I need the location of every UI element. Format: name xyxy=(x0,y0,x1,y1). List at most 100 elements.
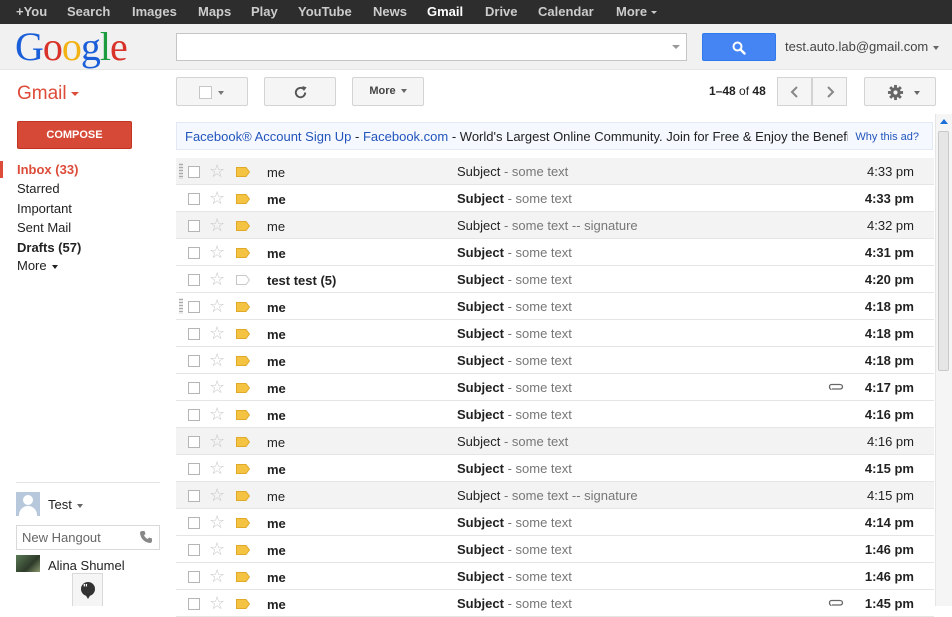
star-icon[interactable]: ☆ xyxy=(209,161,225,181)
contact-name[interactable]: Alina Shumel xyxy=(48,558,125,573)
star-icon[interactable]: ☆ xyxy=(209,377,225,397)
row-checkbox[interactable] xyxy=(188,247,200,259)
importance-marker-icon[interactable] xyxy=(236,167,250,177)
row-checkbox[interactable] xyxy=(188,274,200,286)
star-icon[interactable]: ☆ xyxy=(209,512,225,532)
table-row[interactable]: ☆ me Subject - some text 1:45 pm xyxy=(176,590,934,617)
user-status-menu[interactable]: Test xyxy=(48,497,83,512)
select-checkbox-button[interactable] xyxy=(176,77,248,106)
table-row[interactable]: ☆ me Subject - some text 4:18 pm xyxy=(176,320,934,347)
row-checkbox[interactable] xyxy=(188,571,200,583)
star-icon[interactable]: ☆ xyxy=(209,431,225,451)
topbar-link-search[interactable]: Search xyxy=(67,4,110,19)
importance-marker-icon[interactable] xyxy=(236,383,250,393)
star-icon[interactable]: ☆ xyxy=(209,458,225,478)
topbar-more-menu[interactable]: More xyxy=(616,4,658,19)
topbar-link-drive[interactable]: Drive xyxy=(485,4,518,19)
row-checkbox[interactable] xyxy=(188,166,200,178)
search-input[interactable] xyxy=(176,33,687,61)
compose-button[interactable]: COMPOSE xyxy=(17,121,132,149)
table-row[interactable]: ☆ me Subject - some text 4:18 pm xyxy=(176,347,934,374)
topbar-link-you[interactable]: +You xyxy=(16,4,47,19)
sidebar-item-starred[interactable]: Starred xyxy=(17,181,60,196)
importance-marker-icon[interactable] xyxy=(236,329,250,339)
star-icon[interactable]: ☆ xyxy=(209,269,225,289)
google-logo[interactable]: Google xyxy=(15,27,128,67)
importance-marker-icon[interactable] xyxy=(236,491,250,501)
topbar-link-calendar[interactable]: Calendar xyxy=(538,4,594,19)
row-checkbox[interactable] xyxy=(188,301,200,313)
sidebar-item-inbox[interactable]: Inbox (33) xyxy=(17,162,78,177)
table-row[interactable]: ☆ me Subject - some text 4:14 pm xyxy=(176,509,934,536)
search-options-dropdown-icon[interactable] xyxy=(672,45,680,49)
row-checkbox[interactable] xyxy=(188,382,200,394)
select-all-checkbox[interactable] xyxy=(199,86,212,99)
row-checkbox[interactable] xyxy=(188,463,200,475)
newer-button[interactable] xyxy=(777,77,812,106)
importance-marker-icon[interactable] xyxy=(236,545,250,555)
table-row[interactable]: ☆ me Subject - some text 4:17 pm xyxy=(176,374,934,401)
row-checkbox[interactable] xyxy=(188,328,200,340)
account-menu[interactable]: test.auto.lab@gmail.com xyxy=(785,39,940,54)
table-row[interactable]: ☆ me Subject - some text 1:46 pm xyxy=(176,536,934,563)
table-row[interactable]: ☆ me Subject - some text 4:15 pm xyxy=(176,455,934,482)
importance-marker-icon[interactable] xyxy=(236,275,250,285)
importance-marker-icon[interactable] xyxy=(236,572,250,582)
drag-handle-icon[interactable] xyxy=(179,163,183,179)
drag-handle-icon[interactable] xyxy=(179,298,183,314)
sidebar-item-sent-mail[interactable]: Sent Mail xyxy=(17,220,71,235)
topbar-link-images[interactable]: Images xyxy=(132,4,177,19)
importance-marker-icon[interactable] xyxy=(236,194,250,204)
star-icon[interactable]: ☆ xyxy=(209,350,225,370)
importance-marker-icon[interactable] xyxy=(236,302,250,312)
importance-marker-icon[interactable] xyxy=(236,221,250,231)
importance-marker-icon[interactable] xyxy=(236,248,250,258)
table-row[interactable]: ☆ me Subject - some text 4:18 pm xyxy=(176,293,934,320)
search-button[interactable] xyxy=(702,33,776,61)
why-this-ad-link[interactable]: Why this ad? xyxy=(855,131,919,143)
importance-marker-icon[interactable] xyxy=(236,356,250,366)
settings-button[interactable] xyxy=(864,77,936,106)
scroll-up-arrow-icon[interactable] xyxy=(940,119,948,124)
star-icon[interactable]: ☆ xyxy=(209,215,225,235)
table-row[interactable]: ☆ me Subject - some text 4:33 pm xyxy=(176,158,934,185)
new-hangout-input[interactable]: New Hangout xyxy=(16,525,160,550)
row-checkbox[interactable] xyxy=(188,598,200,610)
table-row[interactable]: ☆ me Subject - some text -- signature 4:32 … xyxy=(176,212,934,239)
sidebar-item-drafts[interactable]: Drafts (57) xyxy=(17,240,81,255)
row-checkbox[interactable] xyxy=(188,436,200,448)
star-icon[interactable]: ☆ xyxy=(209,242,225,262)
table-row[interactable]: ☆ me Subject - some text -- signature 4:15 … xyxy=(176,482,934,509)
hangouts-button[interactable]: " xyxy=(72,573,103,606)
topbar-link-youtube[interactable]: YouTube xyxy=(298,4,352,19)
table-row[interactable]: ☆ me Subject - some text 4:31 pm xyxy=(176,239,934,266)
scrollbar-thumb[interactable] xyxy=(938,131,949,371)
topbar-link-maps[interactable]: Maps xyxy=(198,4,231,19)
table-row[interactable]: ☆ me Subject - some text 4:33 pm xyxy=(176,185,934,212)
refresh-button[interactable] xyxy=(264,77,336,106)
importance-marker-icon[interactable] xyxy=(236,410,250,420)
star-icon[interactable]: ☆ xyxy=(209,539,225,559)
table-row[interactable]: ☆ me Subject - some text 4:16 pm xyxy=(176,428,934,455)
more-actions-button[interactable]: More xyxy=(352,77,424,106)
ad-link-signup[interactable]: Facebook® Account Sign Up xyxy=(185,129,351,144)
topbar-link-gmail[interactable]: Gmail xyxy=(427,4,463,19)
row-checkbox[interactable] xyxy=(188,544,200,556)
star-icon[interactable]: ☆ xyxy=(209,404,225,424)
scrollbar[interactable] xyxy=(935,114,952,606)
row-checkbox[interactable] xyxy=(188,193,200,205)
row-checkbox[interactable] xyxy=(188,517,200,529)
sidebar-item-important[interactable]: Important xyxy=(17,201,72,216)
row-checkbox[interactable] xyxy=(188,490,200,502)
row-checkbox[interactable] xyxy=(188,409,200,421)
older-button[interactable] xyxy=(812,77,847,106)
ad-link-domain[interactable]: Facebook.com xyxy=(363,129,448,144)
topbar-link-play[interactable]: Play xyxy=(251,4,278,19)
phone-icon[interactable] xyxy=(139,530,153,544)
star-icon[interactable]: ☆ xyxy=(209,566,225,586)
importance-marker-icon[interactable] xyxy=(236,464,250,474)
importance-marker-icon[interactable] xyxy=(236,518,250,528)
star-icon[interactable]: ☆ xyxy=(209,593,225,613)
row-checkbox[interactable] xyxy=(188,220,200,232)
star-icon[interactable]: ☆ xyxy=(209,188,225,208)
